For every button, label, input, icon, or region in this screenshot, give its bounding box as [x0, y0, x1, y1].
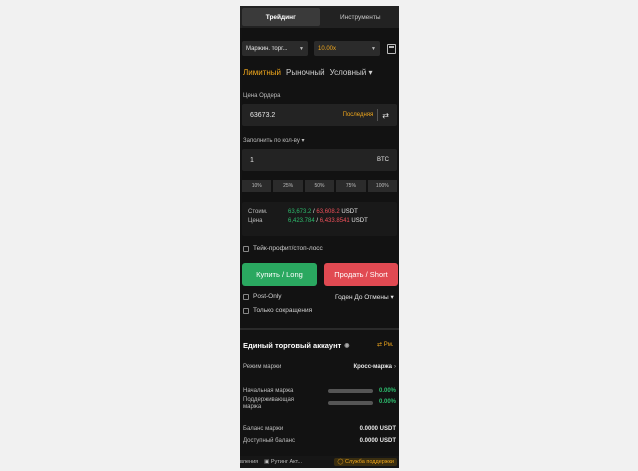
margin-mode-dropdown[interactable]: Маржин. торг... ▼ [242, 41, 308, 56]
trading-panel: Трейдинг Инструменты Маржин. торг... ▼ 1… [240, 6, 399, 468]
pct-10-button[interactable]: 10% [242, 180, 272, 192]
divider [377, 109, 379, 121]
eye-icon[interactable]: ◉ [344, 342, 349, 349]
account-link[interactable]: ⇄ Рм. [377, 341, 394, 348]
leverage-value: 10.00x [318, 45, 337, 52]
tpsl-checkbox[interactable]: Тейк-профит/стоп-лосс [243, 245, 323, 252]
chevron-down-icon: ▼ [371, 45, 376, 52]
price-row: Цена 6,423.784 / 6,433.8541 USDT [248, 218, 368, 224]
rating-link[interactable]: ▣ Рутинг Акт... [264, 459, 302, 465]
pct-50-button[interactable]: 50% [304, 180, 335, 192]
margin-balance-row: Баланс маржи 0.0000 USDT [243, 426, 396, 432]
post-only-checkbox[interactable]: Post-Only [243, 293, 282, 300]
qty-unit: BTC [377, 157, 389, 163]
time-in-force-dropdown[interactable]: Годен До Отмены ▾ [335, 293, 394, 301]
chevron-right-icon: › [394, 364, 396, 370]
reduce-only-checkbox[interactable]: Только сокращения [243, 307, 312, 314]
top-tabs: Трейдинг Инструменты [240, 6, 399, 28]
footer-bar: вления ▣ Рутинг Акт... ◯ Служба поддержк… [240, 456, 399, 468]
pct-25-button[interactable]: 25% [273, 180, 303, 192]
initial-margin-row: Начальная маржа 0.00% [243, 388, 396, 394]
pct-100-button[interactable]: 100% [367, 180, 398, 192]
calculator-icon[interactable] [387, 44, 396, 54]
maint-margin-row: Поддерживающая маржа 0.00% [243, 397, 396, 410]
checkbox-icon [243, 245, 249, 252]
margin-mode-label: Маржин. торг... [246, 45, 288, 52]
section-divider [240, 328, 399, 330]
checkbox-icon [243, 293, 249, 300]
margin-mode-row[interactable]: Режим маржи Кросс-маржа › [243, 364, 396, 370]
footer-left-link[interactable]: вления [240, 459, 258, 465]
account-title: Единый торговый аккаунт ◉ [243, 341, 350, 350]
tab-market[interactable]: Рыночный [286, 68, 325, 77]
pct-75-button[interactable]: 75% [336, 180, 366, 192]
leverage-dropdown[interactable]: 10.00x ▼ [314, 41, 380, 56]
qty-label: Заполнить по кол-ву ▾ [243, 138, 305, 144]
tab-tools[interactable]: Инструменты [322, 6, 400, 28]
buy-long-button[interactable]: Купить / Long [242, 263, 317, 286]
checkbox-icon [243, 307, 249, 314]
cost-summary: Стоим. 63,673.2 / 63,608.2 USDT Цена 6,4… [242, 202, 397, 236]
tab-conditional[interactable]: Условный ▾ [330, 68, 373, 77]
tab-trading[interactable]: Трейдинг [242, 8, 320, 26]
sell-short-button[interactable]: Продать / Short [324, 263, 398, 286]
last-price-button[interactable]: Последняя [343, 112, 374, 118]
order-type-tabs: Лимитный Рыночный Условный ▾ [243, 68, 372, 77]
available-balance-row: Доступный баланс 0.0000 USDT [243, 438, 396, 444]
initial-margin-bar [327, 389, 373, 393]
swap-icon[interactable]: ⇄ [382, 111, 389, 120]
percentage-selector: 10% 25% 50% 75% 100% [242, 180, 398, 192]
qty-input[interactable]: 1 BTC [242, 149, 397, 171]
price-label: Цена Ордера [243, 93, 281, 99]
cost-row: Стоим. 63,673.2 / 63,608.2 USDT [248, 209, 358, 215]
maint-margin-bar [327, 401, 373, 405]
support-button[interactable]: ◯ Служба поддержки [334, 458, 397, 466]
chevron-down-icon: ▼ [299, 45, 304, 52]
qty-value: 1 [250, 156, 254, 164]
tab-limit[interactable]: Лимитный [243, 68, 281, 77]
price-input[interactable]: 63673.2 Последняя ⇄ [242, 104, 397, 126]
price-value: 63673.2 [250, 111, 276, 119]
